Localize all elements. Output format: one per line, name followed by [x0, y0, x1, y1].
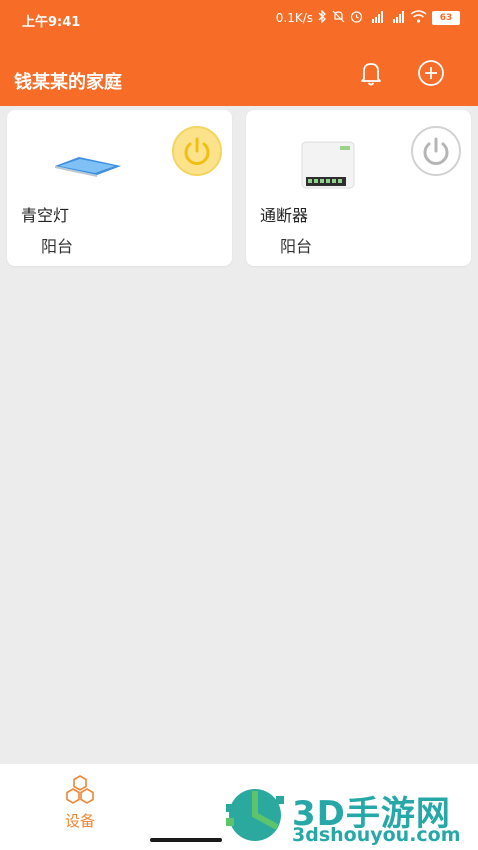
status-icons: 0.1K/s 63: [275, 9, 460, 26]
add-circle-icon[interactable]: [416, 58, 446, 88]
tab-label: 设备: [64, 812, 95, 830]
watermark-icon: [226, 789, 284, 841]
watermark-logo: 3D手游网 3dshouyou.com: [222, 784, 478, 850]
device-name: 青空灯: [21, 206, 70, 225]
bluetooth-icon: [318, 9, 327, 26]
light-panel-image: [53, 154, 123, 182]
device-room: 阳台: [41, 237, 74, 256]
power-toggle-button[interactable]: [411, 126, 461, 176]
battery-icon: 63: [432, 11, 460, 25]
status-bar: 上午9:41 0.1K/s 63: [0, 0, 478, 38]
device-card[interactable]: 通断器 阳台: [246, 110, 471, 266]
app-header: 上午9:41 0.1K/s 63 钱某某的家庭: [0, 0, 478, 106]
alarm-icon: [350, 10, 363, 26]
switch-module-image: [298, 140, 358, 196]
watermark-url: 3dshouyou.com: [292, 824, 461, 846]
home-title[interactable]: 钱某某的家庭: [14, 68, 122, 94]
wifi-icon: [410, 10, 427, 26]
status-time: 上午9:41: [22, 15, 81, 30]
bell-icon[interactable]: [356, 58, 386, 88]
signal-hd-icon: [368, 10, 384, 26]
device-name: 通断器: [260, 206, 309, 225]
mute-icon: [332, 10, 345, 26]
network-speed: 0.1K/s: [275, 11, 313, 25]
tab-devices[interactable]: 设备: [60, 774, 100, 831]
hexagon-devices-icon: [62, 775, 98, 810]
signal-hd-icon: [389, 10, 405, 26]
home-indicator: [150, 838, 222, 842]
power-toggle-button[interactable]: [172, 126, 222, 176]
device-card[interactable]: 青空灯 阳台: [7, 110, 232, 266]
device-room: 阳台: [280, 237, 313, 256]
